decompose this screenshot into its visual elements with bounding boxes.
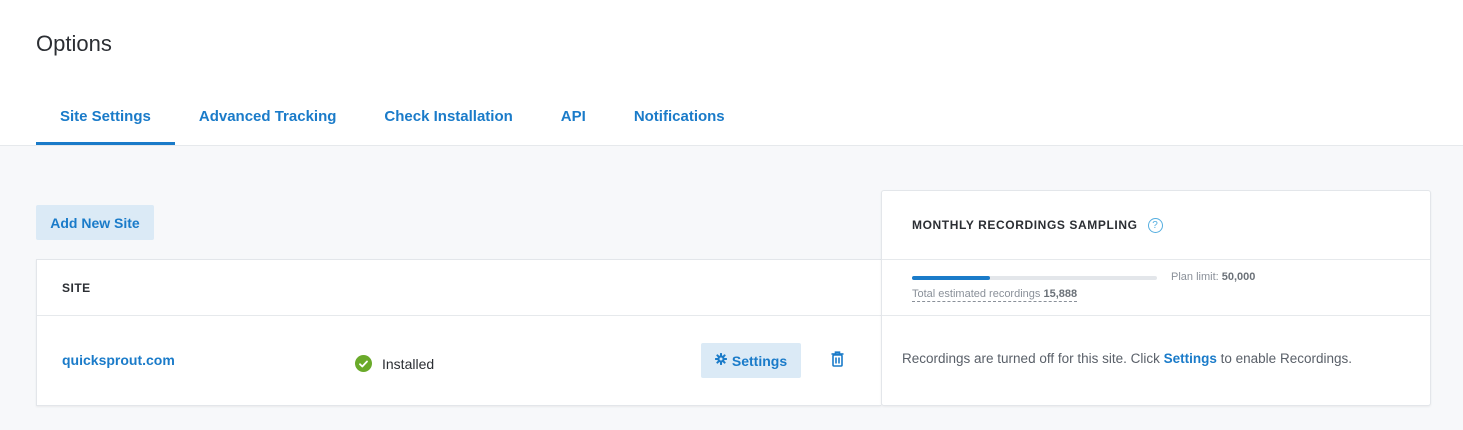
message-text-before: Recordings are turned off for this site.… [902, 351, 1164, 366]
gear-icon [714, 353, 727, 368]
site-settings-button[interactable]: Settings [701, 343, 801, 378]
sampling-progress: Plan limit: 50,000 Total estimated recor… [882, 260, 1430, 316]
total-estimated-label: Total estimated recordings [912, 288, 1041, 300]
help-icon[interactable]: ? [1147, 217, 1163, 233]
message-text-after: to enable Recordings. [1216, 351, 1352, 366]
table-row: quicksprout.com Installed Settings [37, 316, 881, 406]
site-column-header: SITE [62, 280, 91, 295]
check-circle-icon [355, 355, 372, 372]
page-header: Options Site Settings Advanced Tracking … [0, 0, 1463, 146]
sampling-title: MONTHLY RECORDINGS SAMPLING [912, 218, 1138, 232]
install-status-label: Installed [382, 355, 435, 372]
recordings-progress-bar [912, 276, 1157, 280]
trash-icon[interactable] [831, 351, 844, 372]
sampling-panel-header: MONTHLY RECORDINGS SAMPLING ? [882, 191, 1430, 260]
tab-bar: Site Settings Advanced Tracking Check In… [36, 92, 749, 146]
recordings-off-message: Recordings are turned off for this site.… [902, 351, 1352, 366]
install-status: Installed [355, 355, 434, 372]
tab-notifications[interactable]: Notifications [610, 92, 749, 145]
sites-table: SITE quicksprout.com Installed Settings [36, 259, 881, 406]
site-domain-link[interactable]: quicksprout.com [62, 352, 175, 368]
plan-limit-label: Plan limit: [1171, 271, 1219, 283]
sampling-panel: MONTHLY RECORDINGS SAMPLING ? Plan limit… [881, 190, 1431, 406]
total-estimated-value: 15,888 [1043, 288, 1078, 300]
recordings-progress-fill [912, 276, 990, 280]
site-settings-label: Settings [731, 352, 788, 369]
total-estimated-recordings: Total estimated recordings 15,888 [912, 288, 1078, 302]
tab-check-installation[interactable]: Check Installation [360, 92, 536, 145]
plan-limit-value: 50,000 [1221, 271, 1256, 283]
content-area: Add New Site SITE quicksprout.com Instal… [0, 146, 1463, 430]
tab-site-settings[interactable]: Site Settings [36, 92, 175, 145]
sites-table-header: SITE [37, 260, 881, 316]
tab-api[interactable]: API [537, 92, 610, 145]
message-settings-link[interactable]: Settings [1164, 351, 1217, 366]
plan-limit: Plan limit: 50,000 [1171, 271, 1255, 283]
page-title: Options [36, 31, 112, 56]
add-new-site-button[interactable]: Add New Site [36, 205, 154, 240]
tab-advanced-tracking[interactable]: Advanced Tracking [175, 92, 361, 145]
